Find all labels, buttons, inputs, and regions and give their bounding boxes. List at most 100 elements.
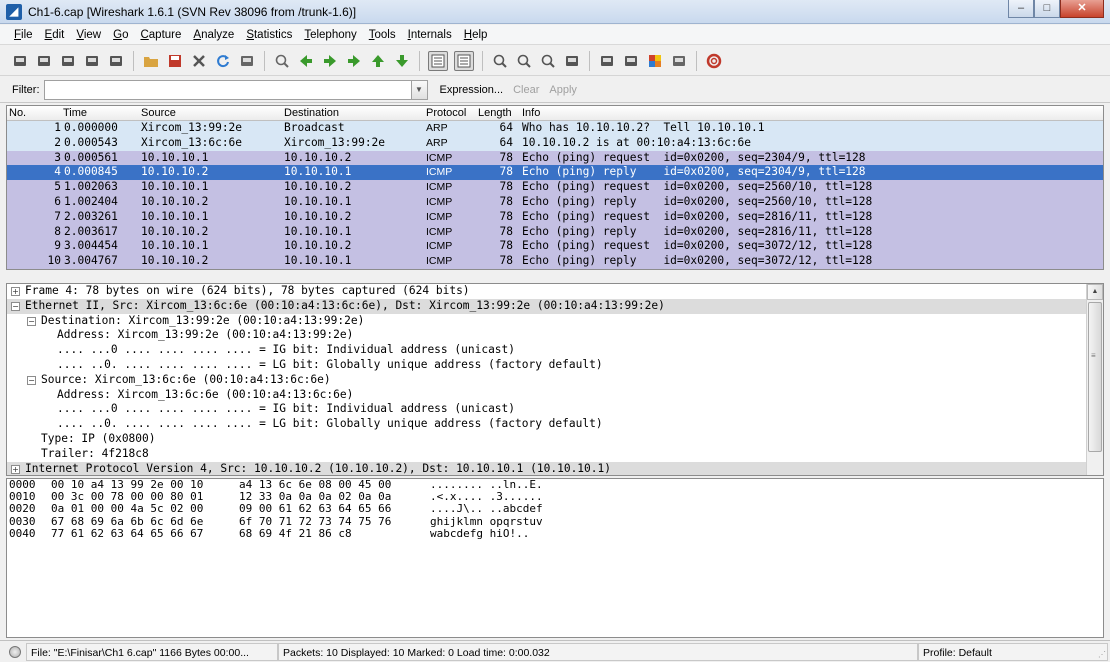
go-forward-icon[interactable]	[321, 52, 339, 70]
packet-row[interactable]: 1 0.000000 Xircom_13:99:2e Broadcast ARP 64 Wh…	[7, 121, 1103, 136]
detail-tree-item[interactable]: Type: IP (0x0800)	[7, 432, 1103, 447]
hex-dump-row[interactable]: 0020 0a 01 00 00 4a 5c 02 00 09 00 61 62 6…	[7, 503, 1103, 515]
close-file-icon[interactable]	[190, 52, 208, 70]
status-profile[interactable]: Profile: Default	[918, 642, 1108, 661]
collapse-icon[interactable]: −	[27, 375, 36, 385]
interface-list-icon[interactable]	[11, 52, 29, 70]
preferences-icon[interactable]	[670, 52, 688, 70]
clear-filter-button[interactable]: Clear	[513, 84, 539, 96]
menu-analyze[interactable]: Analyze	[187, 29, 240, 41]
packet-row[interactable]: 3 0.000561 10.10.10.1 10.10.10.2 ICMP 78 Echo …	[7, 150, 1103, 166]
column-header-destination[interactable]: Destination	[284, 107, 339, 119]
detail-tree-item[interactable]: Address: Xircom_13:99:2e (00:10:a4:13:99…	[7, 328, 1103, 343]
go-back-icon[interactable]	[297, 52, 315, 70]
find-packet-icon[interactable]	[273, 52, 291, 70]
start-capture-icon[interactable]	[59, 52, 77, 70]
expert-info-icon[interactable]	[9, 645, 21, 658]
display-filters-icon[interactable]	[622, 52, 640, 70]
open-file-icon[interactable]	[142, 52, 160, 70]
resize-grip-icon[interactable]: ⋰	[1098, 650, 1108, 660]
packet-source: Xircom_13:99:2e	[141, 121, 243, 134]
close-button[interactable]: ✕	[1060, 0, 1104, 18]
go-last-icon[interactable]	[393, 52, 411, 70]
menu-capture[interactable]: Capture	[134, 29, 187, 41]
detail-tree-item[interactable]: .... ...0 .... .... .... .... = IG bit: …	[7, 343, 1103, 358]
packet-info: Echo (ping) reply id=0x0200, seq=3072/12…	[522, 254, 873, 268]
detail-tree-item[interactable]: + Internet Protocol Version 4, Src: 10.10…	[7, 461, 1103, 475]
coloring-rules-icon[interactable]	[646, 52, 664, 70]
menu-tools[interactable]: Tools	[363, 29, 402, 41]
apply-filter-button[interactable]: Apply	[549, 84, 577, 96]
menu-telephony[interactable]: Telephony	[298, 29, 362, 41]
hex-dump-row[interactable]: 0030 67 68 69 6a 6b 6c 6d 6e 6f 70 71 72 7…	[7, 514, 1103, 528]
packet-row[interactable]: 10 3.004767 10.10.10.2 10.10.10.1 ICMP 78 Echo…	[7, 254, 1103, 269]
hex-dump-row[interactable]: 0040 77 61 62 63 64 65 66 67 68 69 4f 21 8…	[7, 527, 1103, 540]
save-file-icon[interactable]	[166, 52, 184, 70]
packet-bytes-pane[interactable]: 0000 00 10 a4 13 99 2e 00 10 a4 13 6c 6e 0…	[6, 478, 1104, 638]
help-icon[interactable]	[705, 52, 723, 70]
detail-tree-item[interactable]: − Destination: Xircom_13:99:2e (00:10:a4:…	[7, 314, 1103, 329]
packet-row[interactable]: 5 1.002063 10.10.10.1 10.10.10.2 ICMP 78 Echo …	[7, 180, 1103, 195]
column-header-protocol[interactable]: Protocol	[426, 107, 466, 119]
packet-list-pane[interactable]: No. Time Source Destination Protocol Length In…	[6, 105, 1104, 270]
menu-go[interactable]: Go	[107, 29, 134, 41]
menu-internals[interactable]: Internals	[402, 29, 458, 41]
reload-icon[interactable]	[214, 52, 232, 70]
detail-tree-item[interactable]: .... ..0. .... .... .... .... = LG bit: …	[7, 417, 1103, 432]
column-header-no[interactable]: No.	[9, 107, 26, 119]
minimize-button[interactable]: –	[1008, 0, 1034, 18]
filter-history-dropdown[interactable]: ▼	[411, 79, 428, 100]
capture-filters-icon[interactable]	[598, 52, 616, 70]
packet-protocol: ICMP	[426, 225, 453, 238]
expression-button[interactable]: Expression...	[440, 84, 504, 96]
column-header-time[interactable]: Time	[63, 107, 87, 119]
scroll-up-icon[interactable]: ▲	[1087, 284, 1103, 300]
column-header-source[interactable]: Source	[141, 107, 176, 119]
detail-tree-item[interactable]: + Frame 4: 78 bytes on wire (624 bits), 7…	[7, 284, 1103, 299]
packet-row[interactable]: 8 2.003617 10.10.10.2 10.10.10.1 ICMP 78 Echo …	[7, 224, 1103, 240]
hex-offset: 0030	[9, 514, 36, 528]
menu-help[interactable]: Help	[458, 29, 494, 41]
capture-options-icon[interactable]	[35, 52, 53, 70]
go-to-packet-icon[interactable]	[345, 52, 363, 70]
packet-length: 78	[499, 180, 513, 194]
scroll-thumb[interactable]	[1088, 302, 1102, 452]
collapse-icon[interactable]: −	[11, 301, 20, 311]
menu-view[interactable]: View	[70, 29, 107, 41]
details-scrollbar[interactable]: ▲ ≡	[1086, 284, 1103, 475]
maximize-button[interactable]: □	[1034, 0, 1060, 18]
detail-tree-item[interactable]: Address: Xircom_13:6c:6e (00:10:a4:13:6c…	[7, 388, 1103, 403]
restart-capture-icon[interactable]	[107, 52, 125, 70]
stop-capture-icon[interactable]	[83, 52, 101, 70]
packet-destination: Xircom_13:99:2e	[284, 135, 386, 149]
normal-size-icon[interactable]	[539, 52, 557, 70]
menu-edit[interactable]: Edit	[39, 29, 71, 41]
packet-row[interactable]: 9 3.004454 10.10.10.1 10.10.10.2 ICMP 78 Echo …	[7, 239, 1103, 255]
detail-tree-item[interactable]: Trailer: 4f218c8	[7, 447, 1103, 462]
detail-tree-item[interactable]: − Source: Xircom_13:6c:6e (00:10:a4:13:6c…	[7, 373, 1103, 388]
menu-file[interactable]: File	[8, 29, 39, 41]
resize-columns-icon[interactable]	[563, 52, 581, 70]
column-header-info[interactable]: Info	[522, 107, 540, 119]
collapse-icon[interactable]: −	[27, 316, 36, 326]
colorize-icon[interactable]	[428, 50, 448, 71]
expand-icon[interactable]: +	[11, 287, 20, 296]
go-first-icon[interactable]	[369, 52, 387, 70]
packet-source: 10.10.10.2	[141, 254, 209, 268]
zoom-out-icon[interactable]	[515, 52, 533, 70]
display-filter-input[interactable]	[43, 79, 412, 100]
zoom-in-icon[interactable]	[491, 52, 509, 70]
column-header-length[interactable]: Length	[478, 107, 512, 119]
detail-tree-item[interactable]: .... ..0. .... .... .... .... = LG bit: …	[7, 358, 1103, 373]
detail-tree-item[interactable]: .... ...0 .... .... .... .... = IG bit: …	[7, 402, 1103, 417]
packet-row[interactable]: 2 0.000543 Xircom_13:6c:6e Xircom_13:99:2e A…	[7, 135, 1103, 151]
packet-row[interactable]: 6 1.002404 10.10.10.2 10.10.10.1 ICMP 78 Echo …	[7, 194, 1103, 210]
print-icon[interactable]	[238, 52, 256, 70]
menu-statistics[interactable]: Statistics	[240, 29, 298, 41]
auto-scroll-icon[interactable]	[454, 50, 474, 71]
packet-row[interactable]: 7 2.003261 10.10.10.1 10.10.10.2 ICMP 78 Echo …	[7, 209, 1103, 225]
packet-details-pane[interactable]: + Frame 4: 78 bytes on wire (624 bits), 7…	[6, 283, 1104, 476]
expand-icon[interactable]: +	[11, 464, 20, 474]
packet-row[interactable]: 4 0.000845 10.10.10.2 10.10.10.1 ICMP 78 Echo …	[7, 165, 1103, 181]
detail-tree-item[interactable]: − Ethernet II, Src: Xircom_13:6c:6e (00:1…	[7, 298, 1103, 314]
